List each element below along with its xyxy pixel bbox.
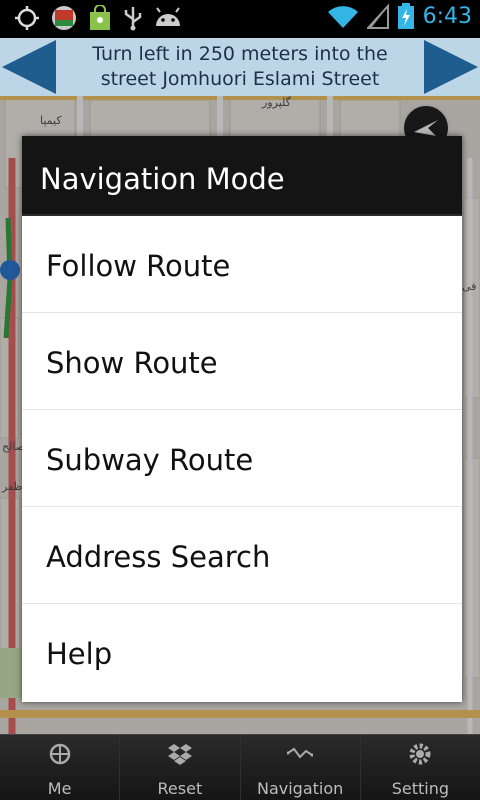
instruction-line-2: street Jomhuori Eslami Street: [100, 68, 380, 90]
nav-reset-button[interactable]: Reset: [120, 735, 241, 800]
gps-icon: [15, 6, 39, 30]
status-bar: 6:43: [0, 0, 480, 38]
arrow-right-icon: [424, 40, 478, 94]
nav-reset-label: Reset: [157, 779, 203, 798]
notification-icons: [14, 4, 182, 32]
shopping-bag-icon: [90, 5, 110, 30]
bottom-nav: Me Reset Navigation Setting: [0, 734, 480, 800]
android-icon: [156, 7, 180, 26]
nav-me-button[interactable]: Me: [0, 735, 121, 800]
nav-me-label: Me: [47, 779, 72, 798]
next-direction-button[interactable]: [422, 38, 480, 96]
battery-icon: [397, 3, 414, 29]
nav-navigation-label: Navigation: [256, 779, 344, 798]
usb-icon: [124, 7, 142, 31]
crosshair-icon: [49, 743, 70, 765]
gear-icon: [409, 743, 431, 765]
previous-direction-button[interactable]: [0, 38, 58, 96]
option-follow-route[interactable]: Follow Route: [22, 216, 462, 313]
wifi-icon: [327, 6, 358, 28]
arrow-left-icon: [2, 40, 56, 94]
nav-setting-label: Setting: [391, 779, 450, 798]
instruction-line-1: Turn left in 250 meters into the: [92, 43, 388, 65]
option-help[interactable]: Help: [22, 604, 462, 701]
navigation-mode-dialog: Navigation Mode Follow Route Show Route …: [22, 136, 462, 702]
direction-instruction: Turn left in 250 meters into the street …: [58, 38, 422, 96]
nav-navigation-button[interactable]: Navigation: [240, 735, 361, 800]
route-icon: [287, 747, 314, 759]
clock: 6:43: [422, 3, 472, 29]
system-icons: 6:43: [327, 2, 472, 30]
direction-banner: Turn left in 250 meters into the street …: [0, 38, 480, 96]
option-address-search[interactable]: Address Search: [22, 507, 462, 604]
nav-setting-button[interactable]: Setting: [360, 735, 480, 800]
option-subway-route[interactable]: Subway Route: [22, 410, 462, 507]
app-icon: [52, 6, 76, 30]
signal-icon: [366, 3, 389, 29]
dropbox-icon: [167, 744, 192, 765]
dialog-title: Navigation Mode: [22, 136, 462, 216]
dialog-options-list: Follow Route Show Route Subway Route Add…: [22, 216, 462, 702]
option-show-route[interactable]: Show Route: [22, 313, 462, 410]
